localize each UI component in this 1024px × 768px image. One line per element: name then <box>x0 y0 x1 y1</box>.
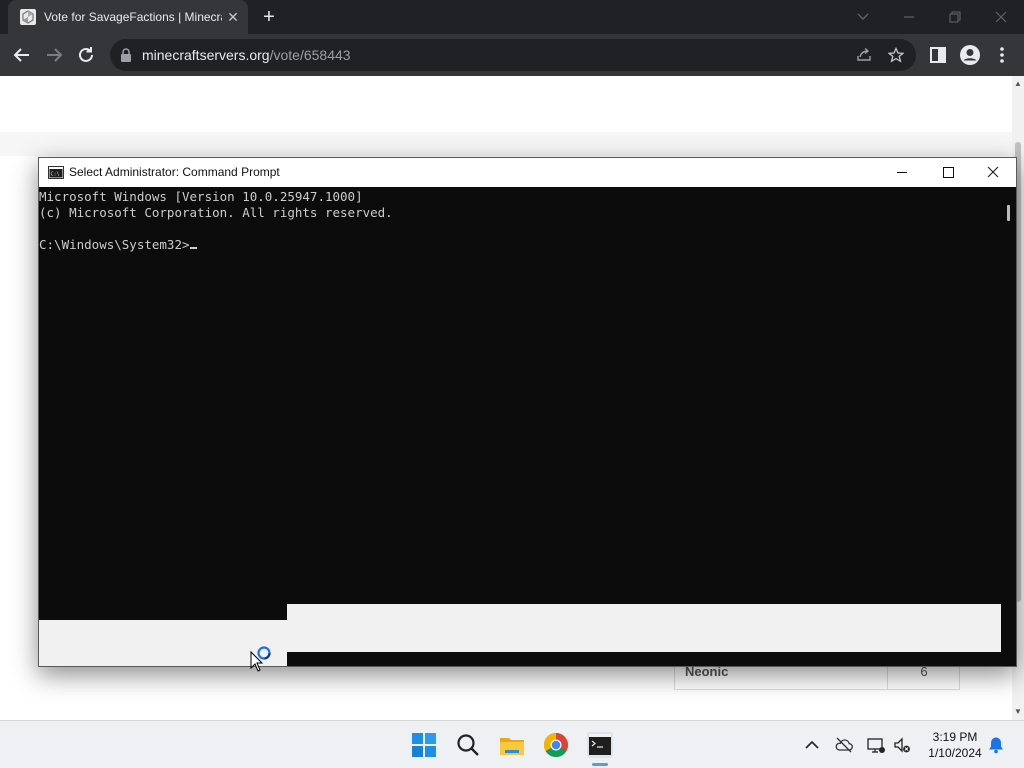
render-artifact <box>287 652 1001 666</box>
volume-muted-icon[interactable] <box>892 735 912 755</box>
scroll-up-arrow[interactable]: ▲ <box>1012 78 1024 90</box>
side-panel-icon[interactable] <box>926 43 950 67</box>
chevron-up-icon[interactable] <box>802 735 822 755</box>
cmd-app-icon: C:\ <box>48 166 64 179</box>
browser-toolbar: minecraftservers.org/vote/658443 <box>0 34 1024 76</box>
console-output[interactable]: Microsoft Windows [Version 10.0.25947.10… <box>39 187 1001 603</box>
minimize-button[interactable] <box>886 0 932 34</box>
star-icon[interactable] <box>888 47 904 63</box>
active-app-indicator <box>592 763 608 766</box>
clock-time: 3:19 PM <box>932 730 978 744</box>
windows-taskbar: 3:19 PM 1/10/2024 <box>0 720 1024 768</box>
network-icon[interactable] <box>866 735 886 755</box>
site-logo-icon <box>20 9 36 25</box>
svg-text:C:\: C:\ <box>51 172 60 178</box>
lock-icon[interactable] <box>120 48 132 62</box>
cmd-minimize-button[interactable] <box>879 158 925 187</box>
minimize-icon <box>904 16 914 18</box>
tab-title: Vote for SavageFactions | Minecraft <box>44 10 222 24</box>
page-header-band <box>0 132 1012 156</box>
chevron-down-icon <box>857 13 869 20</box>
scroll-down-arrow[interactable]: ▼ <box>1012 706 1024 718</box>
share-icon[interactable] <box>856 47 872 63</box>
notification-bell-icon[interactable] <box>986 735 1006 755</box>
tab-strip: Vote for SavageFactions | Minecraft ✕ + <box>0 0 1024 34</box>
cmd-scrollbar-thumb[interactable] <box>1007 205 1010 221</box>
console-line: Microsoft Windows [Version 10.0.25947.10… <box>39 189 363 204</box>
cmd-close-button[interactable] <box>970 158 1016 187</box>
browser-tab[interactable]: Vote for SavageFactions | Minecraft ✕ <box>8 0 248 34</box>
address-bar[interactable]: minecraftservers.org/vote/658443 <box>110 39 916 71</box>
cmd-maximize-button[interactable] <box>925 158 971 187</box>
close-icon <box>995 11 1007 23</box>
cmd-title-bar[interactable]: C:\ Select Administrator: Command Prompt <box>39 158 1016 187</box>
profile-icon[interactable] <box>958 43 982 67</box>
console-prompt: C:\Windows\System32> <box>39 237 190 252</box>
restore-button[interactable] <box>932 0 978 34</box>
url-text: minecraftservers.org/vote/658443 <box>142 47 351 63</box>
console-prompt-line: C:\Windows\System32> <box>39 237 1001 253</box>
clock-date: 1/10/2024 <box>928 746 982 760</box>
command-prompt-window[interactable]: C:\ Select Administrator: Command Prompt… <box>38 157 1017 667</box>
chrome-icon[interactable] <box>540 729 572 761</box>
forward-arrow-icon[interactable] <box>42 43 66 67</box>
console-line: (c) Microsoft Corporation. All rights re… <box>39 205 393 220</box>
text-cursor <box>189 247 197 249</box>
close-button[interactable] <box>978 0 1024 34</box>
more-icon[interactable] <box>990 43 1014 67</box>
tab-close-button[interactable]: ✕ <box>224 8 242 26</box>
taskbar-clock[interactable]: 3:19 PM 1/10/2024 <box>920 729 990 761</box>
url-path: /vote/658443 <box>269 47 351 63</box>
tab-search-button[interactable] <box>840 0 886 34</box>
cmd-window-title: Select Administrator: Command Prompt <box>69 165 280 179</box>
terminal-icon[interactable] <box>584 729 616 761</box>
restore-icon <box>949 11 961 23</box>
search-icon[interactable] <box>452 729 484 761</box>
onedrive-icon[interactable] <box>834 735 854 755</box>
cmd-scrollbar[interactable] <box>1001 187 1016 666</box>
mouse-pointer-busy-icon <box>250 646 271 672</box>
reload-icon[interactable] <box>74 43 98 67</box>
file-explorer-icon[interactable] <box>496 729 528 761</box>
back-arrow-icon[interactable] <box>10 43 34 67</box>
new-tab-button[interactable]: + <box>258 6 280 28</box>
render-artifact <box>287 604 1001 652</box>
url-domain: minecraftservers.org <box>142 47 270 63</box>
windows-start-icon[interactable] <box>408 729 440 761</box>
